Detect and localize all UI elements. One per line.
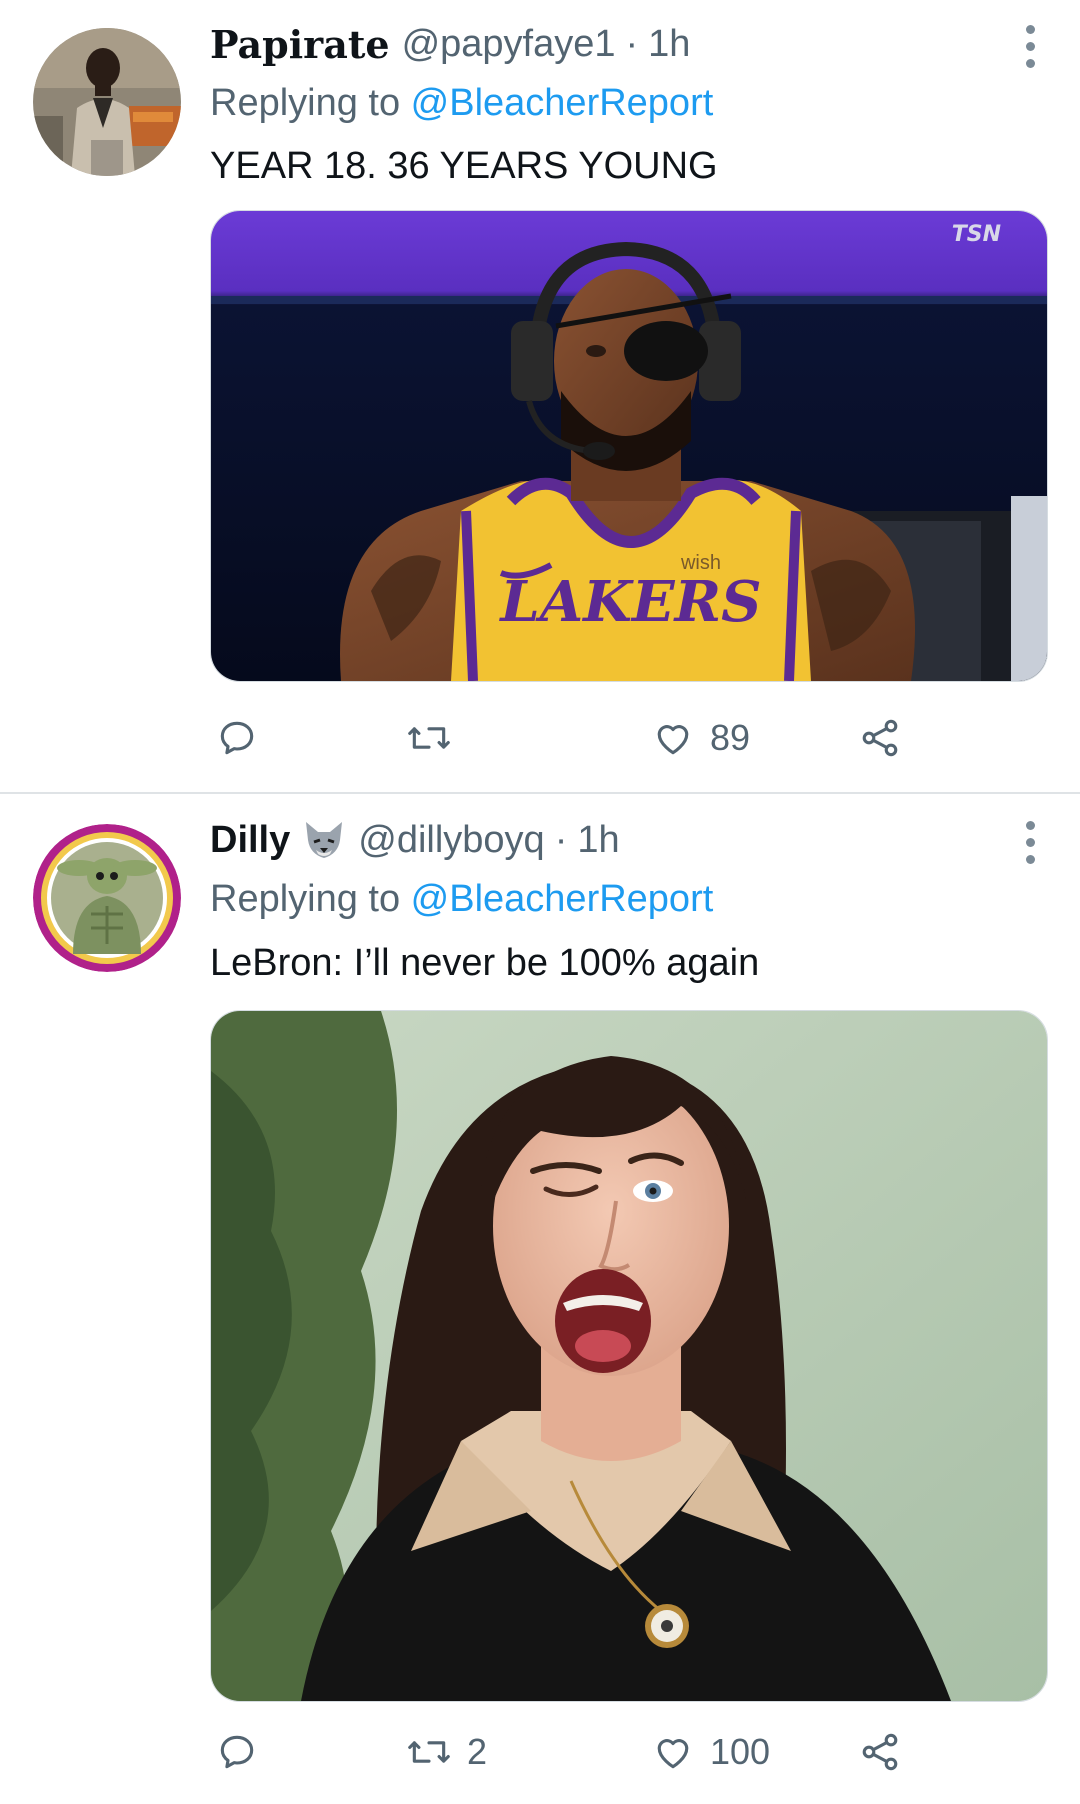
user-handle[interactable]: @papyfaye1 bbox=[402, 23, 616, 66]
jersey-sponsor-text: wish bbox=[680, 552, 721, 574]
heart-icon bbox=[657, 725, 689, 755]
display-name[interactable]: Papirate bbox=[210, 22, 390, 67]
reply-button[interactable] bbox=[215, 708, 259, 768]
like-count: 100 bbox=[710, 1731, 771, 1772]
replying-to-label: Replying to bbox=[210, 82, 411, 124]
tweet-actions: 89 bbox=[210, 708, 910, 768]
tweet-text: YEAR 18. 36 YEARS YOUNG bbox=[210, 145, 718, 187]
like-count: 89 bbox=[710, 717, 751, 758]
replying-to-mention[interactable]: @BleacherReport bbox=[411, 82, 714, 124]
tweet-header: Dilly @dillyboyq · 1h bbox=[210, 812, 620, 868]
replying-to-line: Replying to @BleacherReport bbox=[210, 82, 713, 125]
share-button[interactable] bbox=[858, 708, 902, 768]
share-icon bbox=[862, 719, 898, 757]
like-button[interactable]: 89 bbox=[650, 708, 750, 768]
user-handle[interactable]: @dillyboyq bbox=[358, 819, 544, 862]
tweet-actions: 2 100 bbox=[210, 1722, 910, 1782]
retweet-button[interactable] bbox=[405, 708, 467, 768]
replying-to-label: Replying to bbox=[210, 878, 411, 920]
reply-button[interactable] bbox=[215, 1722, 259, 1782]
tweet-header: Papirate @papyfaye1 · 1h bbox=[210, 16, 690, 72]
tweet-dilly[interactable]: Dilly @dillyboyq · 1h Replying to @Bleac… bbox=[0, 794, 1080, 1804]
separator-dot: · bbox=[625, 22, 639, 65]
retweet-icon bbox=[408, 1741, 450, 1763]
replying-to-line: Replying to @BleacherReport bbox=[210, 878, 713, 921]
avatar-dilly[interactable] bbox=[33, 824, 181, 972]
timestamp[interactable]: 1h bbox=[648, 23, 690, 66]
retweet-count: 2 bbox=[467, 1731, 488, 1772]
retweet-icon bbox=[408, 727, 450, 749]
reply-icon bbox=[220, 1735, 254, 1769]
jersey-lakers-text: LAKERS bbox=[498, 569, 761, 635]
display-name[interactable]: Dilly bbox=[210, 819, 290, 862]
tweet-papirate[interactable]: Papirate @papyfaye1 · 1h Replying to @Bl… bbox=[0, 0, 1080, 794]
separator-dot: · bbox=[554, 818, 568, 861]
reply-icon bbox=[220, 721, 254, 755]
share-icon bbox=[862, 1733, 898, 1771]
more-options-icon[interactable] bbox=[1018, 814, 1042, 870]
tweet-image-lebron[interactable]: LAKERS wish TSN bbox=[210, 210, 1048, 682]
more-options-icon[interactable] bbox=[1018, 18, 1042, 74]
like-button[interactable]: 100 bbox=[650, 1722, 770, 1782]
replying-to-mention[interactable]: @BleacherReport bbox=[411, 878, 714, 920]
timestamp[interactable]: 1h bbox=[577, 819, 619, 862]
share-button[interactable] bbox=[858, 1722, 902, 1782]
avatar-papirate[interactable] bbox=[33, 28, 181, 176]
retweet-button[interactable]: 2 bbox=[405, 1722, 487, 1782]
tweet-text: LeBron: I’ll never be 100% again bbox=[210, 942, 760, 984]
tsn-logo: TSN bbox=[952, 222, 1001, 247]
wolf-emoji bbox=[302, 820, 346, 860]
heart-icon bbox=[657, 1739, 689, 1769]
tweet-image-winking-woman[interactable] bbox=[210, 1010, 1048, 1702]
